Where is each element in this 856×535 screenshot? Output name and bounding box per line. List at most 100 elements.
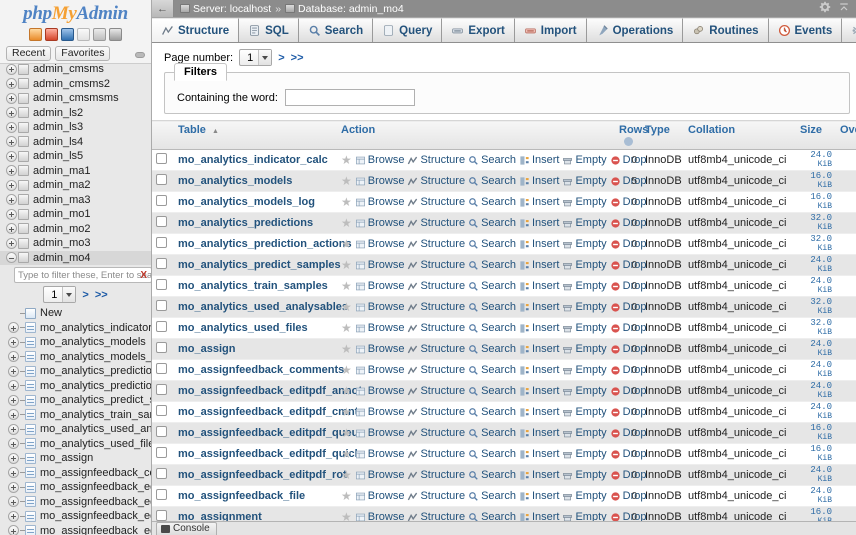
browse-action[interactable]: Browse — [355, 427, 404, 439]
table-row[interactable]: mo_assignfeedback_file ★ Browse Structure Se… — [152, 485, 856, 507]
sidebar-database-admin_ma2[interactable]: admin_ma2 — [0, 178, 151, 193]
browse-action[interactable]: Browse — [355, 406, 404, 418]
browse-action[interactable]: Browse — [355, 448, 404, 460]
collapse-icon[interactable] — [838, 1, 850, 13]
sidebar-database-admin_cmsmsms[interactable]: admin_cmsmsms — [0, 91, 151, 106]
structure-action[interactable]: Structure — [407, 259, 465, 271]
search-action[interactable]: Search — [468, 238, 516, 250]
table-name-link[interactable]: mo_analytics_used_files — [178, 322, 308, 334]
insert-action[interactable]: Insert — [519, 385, 559, 397]
sidebar-database-admin_cmsms[interactable]: admin_cmsms — [0, 62, 151, 77]
empty-action[interactable]: Empty — [562, 238, 607, 250]
drop-action[interactable]: Drop — [610, 427, 647, 439]
expand-toggle-icon[interactable] — [8, 380, 19, 392]
row-checkbox[interactable] — [156, 174, 167, 185]
table-row[interactable]: mo_analytics_train_samples ★ Browse Structu… — [152, 275, 856, 297]
tab-triggers[interactable]: Triggers — [842, 18, 856, 42]
table-name-link[interactable]: mo_assignfeedback_file — [178, 490, 305, 502]
help-icon[interactable] — [61, 28, 74, 41]
search-action[interactable]: Search — [468, 196, 516, 208]
structure-action[interactable]: Structure — [407, 175, 465, 187]
tab-export[interactable]: Export — [442, 18, 515, 42]
expand-toggle-icon[interactable] — [6, 179, 17, 191]
drop-action[interactable]: Drop — [610, 301, 647, 313]
filters-legend[interactable]: Filters — [174, 63, 228, 81]
sidebar-table-item[interactable]: mo_analytics_train_samples — [0, 408, 151, 423]
col-size[interactable]: Size — [796, 120, 836, 150]
insert-action[interactable]: Insert — [519, 175, 559, 187]
sidebar-table-item[interactable]: mo_assignfeedback_editpdf_ — [0, 509, 151, 524]
favorite-star-icon[interactable]: ★ — [341, 280, 352, 292]
insert-action[interactable]: Insert — [519, 490, 559, 502]
insert-action[interactable]: Insert — [519, 322, 559, 334]
expand-toggle-icon[interactable] — [8, 510, 19, 522]
favorite-star-icon[interactable]: ★ — [341, 490, 352, 502]
insert-action[interactable]: Insert — [519, 238, 559, 250]
row-checkbox[interactable] — [156, 195, 167, 206]
expand-toggle-icon[interactable] — [6, 92, 17, 104]
empty-action[interactable]: Empty — [562, 469, 607, 481]
table-row[interactable]: mo_analytics_models_log ★ Browse Structure S… — [152, 191, 856, 213]
search-action[interactable]: Search — [468, 490, 516, 502]
back-button[interactable]: ← — [152, 0, 174, 17]
expand-toggle-icon[interactable] — [8, 481, 19, 493]
col-rows[interactable]: Rows — [615, 120, 648, 150]
sidebar-table-item[interactable]: mo_analytics_models — [0, 335, 151, 350]
empty-action[interactable]: Empty — [562, 448, 607, 460]
insert-action[interactable]: Insert — [519, 469, 559, 481]
table-row[interactable]: mo_analytics_used_files ★ Browse Structure S… — [152, 317, 856, 339]
favorites-button[interactable]: Favorites — [55, 46, 111, 61]
row-checkbox[interactable] — [156, 510, 167, 521]
sidebar-table-item[interactable]: mo_assignfeedback_editpdf_ — [0, 495, 151, 510]
favorite-star-icon[interactable]: ★ — [341, 217, 352, 229]
sidebar-table-item[interactable]: mo_analytics_predictions — [0, 364, 151, 379]
sidebar-database-admin_mo4[interactable]: admin_mo4 — [0, 250, 151, 265]
table-row[interactable]: mo_analytics_indicator_calc ★ Browse Struct… — [152, 149, 856, 171]
table-name-link[interactable]: mo_analytics_models_log — [178, 196, 315, 208]
tree-next-page-link[interactable]: > — [82, 289, 88, 301]
insert-action[interactable]: Insert — [519, 217, 559, 229]
empty-action[interactable]: Empty — [562, 427, 607, 439]
favorite-star-icon[interactable]: ★ — [341, 238, 352, 250]
expand-toggle-icon[interactable] — [8, 336, 19, 348]
insert-action[interactable]: Insert — [519, 448, 559, 460]
expand-toggle-icon[interactable] — [6, 78, 17, 90]
expand-toggle-icon[interactable] — [6, 150, 17, 162]
search-action[interactable]: Search — [468, 364, 516, 376]
drop-action[interactable]: Drop — [610, 469, 647, 481]
table-name-link[interactable]: mo_analytics_predict_samples — [178, 259, 341, 271]
console-tab[interactable]: Console — [156, 522, 217, 535]
insert-action[interactable]: Insert — [519, 301, 559, 313]
insert-action[interactable]: Insert — [519, 259, 559, 271]
expand-toggle-icon[interactable] — [8, 394, 19, 406]
insert-action[interactable]: Insert — [519, 406, 559, 418]
table-row[interactable]: mo_analytics_models ★ Browse Structure Searc… — [152, 170, 856, 192]
expand-toggle-icon[interactable] — [6, 165, 17, 177]
table-name-link[interactable]: mo_analytics_models — [178, 175, 292, 187]
row-checkbox[interactable] — [156, 342, 167, 353]
tree-last-page-link[interactable]: >> — [95, 289, 108, 301]
expand-toggle-icon[interactable] — [6, 208, 17, 220]
empty-action[interactable]: Empty — [562, 259, 607, 271]
browse-action[interactable]: Browse — [355, 322, 404, 334]
favorite-star-icon[interactable]: ★ — [341, 154, 352, 166]
phpmyadmin-logo[interactable]: phpMyAdmin — [0, 0, 151, 26]
table-row[interactable]: mo_assignfeedback_editpdf_cmnt ★ Browse Str… — [152, 401, 856, 423]
sidebar-table-item[interactable]: mo_analytics_prediction_actio — [0, 379, 151, 394]
tab-search[interactable]: Search — [298, 18, 374, 42]
row-checkbox[interactable] — [156, 300, 167, 311]
row-checkbox[interactable] — [156, 384, 167, 395]
browse-action[interactable]: Browse — [355, 280, 404, 292]
empty-action[interactable]: Empty — [562, 385, 607, 397]
favorite-star-icon[interactable]: ★ — [341, 322, 352, 334]
breadcrumb-server[interactable]: Server: localhost — [193, 3, 271, 15]
sidebar-database-admin_ls3[interactable]: admin_ls3 — [0, 120, 151, 135]
favorite-star-icon[interactable]: ★ — [341, 301, 352, 313]
row-checkbox[interactable] — [156, 153, 167, 164]
row-checkbox[interactable] — [156, 447, 167, 458]
structure-action[interactable]: Structure — [407, 238, 465, 250]
expand-toggle-icon[interactable] — [8, 452, 19, 464]
sidebar-database-admin_mo2[interactable]: admin_mo2 — [0, 222, 151, 237]
empty-action[interactable]: Empty — [562, 217, 607, 229]
drop-action[interactable]: Drop — [610, 322, 647, 334]
